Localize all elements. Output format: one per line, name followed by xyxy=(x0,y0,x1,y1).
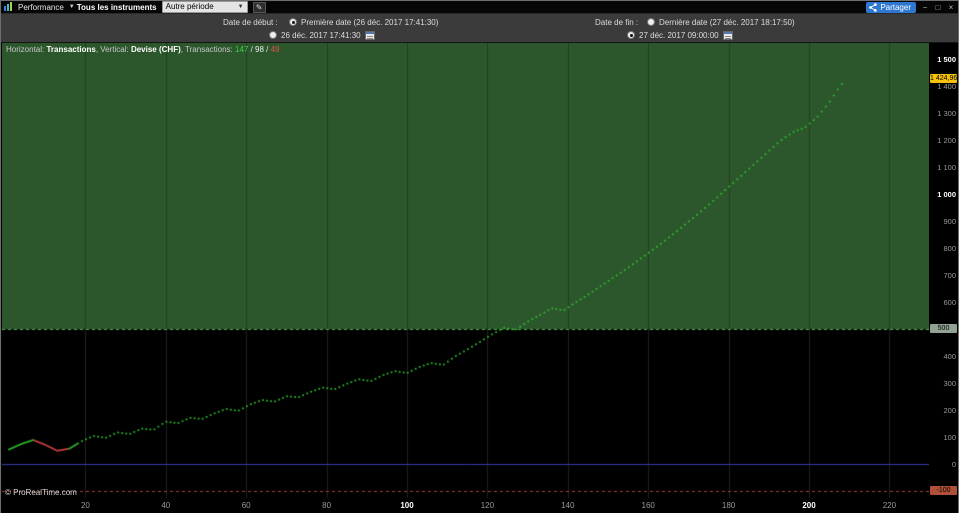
share-button-label: Partager xyxy=(880,2,911,12)
date-range-toolbar: Date de début : Première date (26 déc. 2… xyxy=(1,14,958,43)
pencil-icon: ✎ xyxy=(255,2,263,12)
start-custom-date-radio[interactable] xyxy=(269,31,277,39)
start-first-date-option[interactable]: Première date (26 déc. 2017 17:41:30) xyxy=(301,18,438,27)
y-axis-label: 1 000 xyxy=(937,190,956,200)
y-axis-label: 100 xyxy=(943,433,956,443)
start-date-group: Date de début : Première date (26 déc. 2… xyxy=(223,16,438,41)
x-axis-label: 100 xyxy=(400,501,414,510)
y-axis-label: 600 xyxy=(943,298,956,308)
equity-curve-canvas[interactable] xyxy=(2,43,929,498)
end-last-date-radio[interactable] xyxy=(647,18,655,26)
end-date-label: Date de fin : xyxy=(595,17,639,27)
info-segment: 147 xyxy=(235,45,249,54)
title-bar: Performance ▼ Tous les instruments Autre… xyxy=(1,1,958,14)
info-segment: 49 xyxy=(270,45,280,54)
y-axis-label: 1 400 xyxy=(937,82,956,92)
info-segment: 98 xyxy=(255,45,264,54)
y-axis-label: 1 100 xyxy=(937,163,956,173)
start-date-row-1: Date de début : Première date (26 déc. 2… xyxy=(223,16,438,28)
x-axis-label: 140 xyxy=(561,501,575,510)
chart-info-line: Horizontal: Transactions, Vertical: Devi… xyxy=(6,45,280,54)
start-date-row-2: 26 déc. 2017 17:41:30 xyxy=(223,29,438,41)
y-axis-label: 1 200 xyxy=(937,136,956,146)
performance-window: Performance ▼ Tous les instruments Autre… xyxy=(0,0,959,513)
x-axis-label: 40 xyxy=(161,501,171,510)
period-select-value: Autre période xyxy=(165,2,214,11)
instruments-label: Tous les instruments xyxy=(76,2,157,12)
y-axis-label: 1 500 xyxy=(937,55,956,65)
x-axis-label: 60 xyxy=(241,501,251,510)
y-axis-label: 800 xyxy=(943,244,956,254)
end-last-date-option[interactable]: Dernière date (27 déc. 2017 18:17:50) xyxy=(659,18,795,27)
calendar-icon[interactable] xyxy=(722,30,733,40)
end-date-row-1: Date de fin : Dernière date (27 déc. 201… xyxy=(595,16,795,28)
info-segment: , Transactions: xyxy=(180,45,235,54)
y-axis-label: 900 xyxy=(943,217,956,227)
end-custom-date-value[interactable]: 27 déc. 2017 09:00:00 xyxy=(639,31,719,40)
info-segment: Horizontal: xyxy=(6,45,47,54)
x-axis-label: 20 xyxy=(80,501,90,510)
close-button[interactable]: × xyxy=(947,3,955,12)
y-axis-label: 1 300 xyxy=(937,109,956,119)
y-axis-label: 700 xyxy=(943,271,956,281)
start-first-date-radio[interactable] xyxy=(289,18,297,26)
current-value-badge: 1 424,96 xyxy=(930,74,958,84)
period-select[interactable]: Autre période ▼ xyxy=(161,1,248,13)
y-axis-label: 200 xyxy=(943,406,956,416)
start-date-label: Date de début : xyxy=(223,17,278,27)
x-axis-label: 200 xyxy=(802,501,816,510)
start-custom-date-value[interactable]: 26 déc. 2017 17:41:30 xyxy=(281,31,361,40)
y-axis-label: 400 xyxy=(943,352,956,362)
info-segment: Transactions xyxy=(46,45,96,54)
transactions-axis[interactable]: 20 40 60 80 100 120 140 160 180 200 220 xyxy=(1,498,958,513)
end-date-group: Date de fin : Dernière date (27 déc. 201… xyxy=(595,16,795,41)
y-axis-label: 0 xyxy=(951,460,956,470)
end-custom-date-radio[interactable] xyxy=(627,31,635,39)
maximize-button[interactable]: □ xyxy=(934,3,942,12)
price-axis[interactable]: 1 500 1 400 1 300 1 200 1 100 1 000 900 800 700 6… xyxy=(929,43,958,498)
y-axis-label: 300 xyxy=(943,379,956,389)
level-badge--100: -100 xyxy=(930,486,957,496)
level-badge-500: 500 xyxy=(930,324,957,334)
minimize-button[interactable]: − xyxy=(921,3,929,12)
edit-button[interactable]: ✎ xyxy=(252,1,266,13)
chevron-down-icon: ▼ xyxy=(237,4,244,10)
x-axis-label: 180 xyxy=(721,501,736,510)
end-date-row-2: 27 déc. 2017 09:00:00 xyxy=(595,29,795,41)
info-segment: / xyxy=(263,45,271,54)
info-segment: , Vertical: xyxy=(95,45,131,54)
x-axis-label: 120 xyxy=(480,501,495,510)
chevron-down-icon: ▼ xyxy=(68,4,75,10)
x-axis-label: 220 xyxy=(882,501,897,510)
calendar-icon[interactable] xyxy=(364,30,375,40)
copyright-label: © ProRealTime.com xyxy=(5,488,77,497)
x-axis-label: 160 xyxy=(641,501,655,510)
share-icon xyxy=(869,2,878,12)
info-segment: Devise (CHF) xyxy=(130,45,181,54)
performance-chart[interactable]: Horizontal: Transactions, Vertical: Devi… xyxy=(2,43,929,498)
window-title: Performance xyxy=(18,2,64,12)
instruments-dropdown[interactable]: ▼ Tous les instruments xyxy=(69,3,157,12)
x-axis-label: 80 xyxy=(322,501,332,510)
share-button[interactable]: Partager xyxy=(866,1,916,13)
